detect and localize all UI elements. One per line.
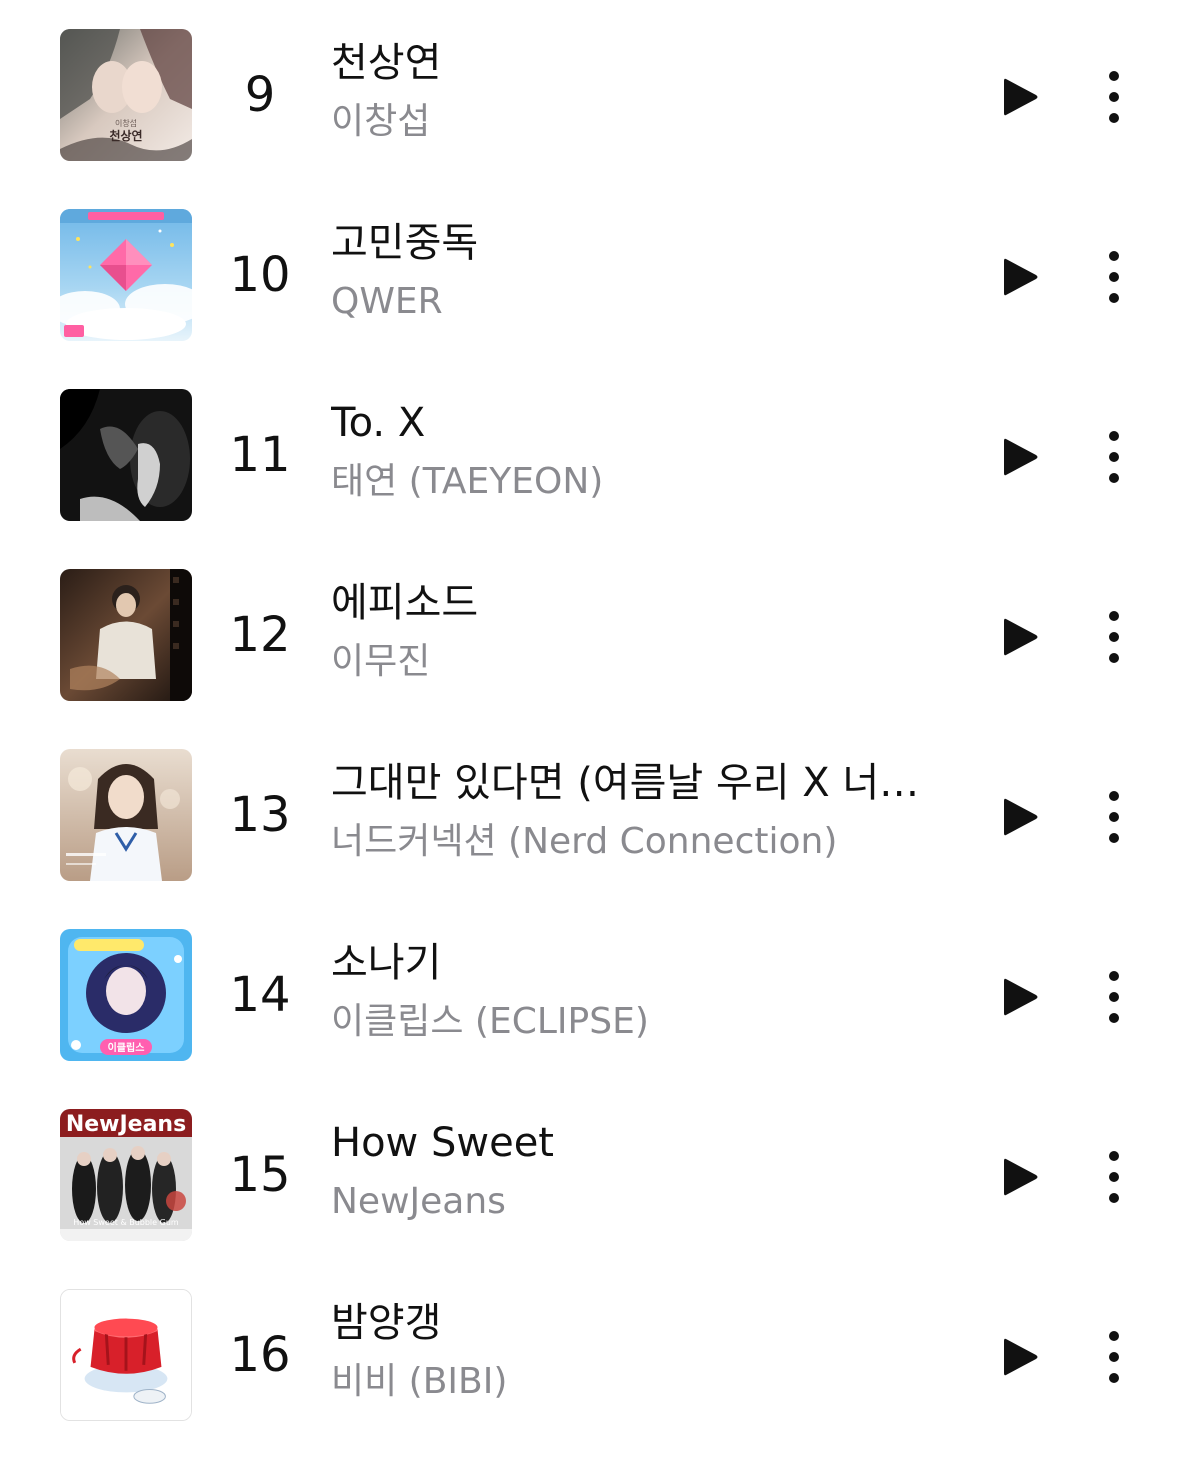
track-rank: 16 [229, 1327, 291, 1383]
play-button[interactable] [990, 247, 1050, 307]
track-title[interactable]: How Sweet [331, 1115, 951, 1171]
track-artist[interactable]: 이무진 [331, 637, 951, 687]
play-button[interactable] [990, 1327, 1050, 1387]
album-art-15[interactable]: NewJeans How Sweet & Bubble Gum [60, 1109, 192, 1241]
track-rank: 13 [229, 787, 291, 843]
more-vertical-icon [1109, 611, 1119, 663]
more-vertical-icon [1109, 71, 1119, 123]
more-options-button[interactable] [1090, 787, 1138, 847]
track-artist[interactable]: NewJeans [331, 1177, 951, 1227]
track-row[interactable]: 이창섭 천상연 9 천상연 이창섭 [0, 29, 1179, 209]
more-vertical-icon [1109, 251, 1119, 303]
track-artist[interactable]: 너드커넥션 (Nerd Connection) [331, 817, 951, 867]
track-row[interactable]: 이클립스 14 소나기 이클립스 (ECLIPSE) [0, 929, 1179, 1109]
more-options-button[interactable] [1090, 427, 1138, 487]
track-rank: 14 [229, 967, 291, 1023]
track-artist[interactable]: 이클립스 (ECLIPSE) [331, 997, 951, 1047]
track-row[interactable]: 13 그대만 있다면 (여름날 우리 X 너… 너드커넥션 (Nerd Conn… [0, 749, 1179, 929]
more-vertical-icon [1109, 791, 1119, 843]
track-artist[interactable]: QWER [331, 277, 951, 327]
track-row[interactable]: 11 To. X 태연 (TAEYEON) [0, 389, 1179, 569]
play-icon [1004, 78, 1038, 116]
track-title[interactable]: To. X [331, 395, 951, 451]
play-button[interactable] [990, 67, 1050, 127]
play-button[interactable] [990, 427, 1050, 487]
track-rank: 11 [229, 427, 291, 483]
more-vertical-icon [1109, 1331, 1119, 1383]
track-title[interactable]: 그대만 있다면 (여름날 우리 X 너… [331, 755, 951, 811]
track-artist[interactable]: 이창섭 [331, 97, 951, 147]
more-vertical-icon [1109, 1151, 1119, 1203]
track-rank: 9 [244, 67, 276, 123]
album-art-10[interactable] [60, 209, 192, 341]
play-button[interactable] [990, 967, 1050, 1027]
play-button[interactable] [990, 607, 1050, 667]
more-options-button[interactable] [1090, 247, 1138, 307]
play-icon [1004, 1158, 1038, 1196]
more-options-button[interactable] [1090, 607, 1138, 667]
track-row[interactable]: 16 밤양갱 비비 (BIBI) [0, 1289, 1179, 1469]
album-art-11[interactable] [60, 389, 192, 521]
track-row[interactable]: 10 고민중독 QWER [0, 209, 1179, 389]
play-icon [1004, 258, 1038, 296]
album-art-15-subtitle: How Sweet & Bubble Gum [73, 1218, 179, 1227]
track-rank: 10 [229, 247, 291, 303]
play-icon [1004, 1338, 1038, 1376]
album-art-9-big-text: 천상연 [109, 128, 142, 143]
album-art-9[interactable]: 이창섭 천상연 [60, 29, 192, 161]
track-title[interactable]: 밤양갱 [331, 1295, 951, 1351]
play-button[interactable] [990, 1147, 1050, 1207]
more-vertical-icon [1109, 971, 1119, 1023]
track-artist[interactable]: 태연 (TAEYEON) [331, 457, 951, 507]
track-title[interactable]: 소나기 [331, 935, 951, 991]
track-title[interactable]: 고민중독 [331, 215, 951, 271]
more-options-button[interactable] [1090, 1147, 1138, 1207]
play-icon [1004, 618, 1038, 656]
track-row[interactable]: 12 에피소드 이무진 [0, 569, 1179, 749]
album-art-13[interactable] [60, 749, 192, 881]
album-art-14[interactable]: 이클립스 [60, 929, 192, 1061]
more-options-button[interactable] [1090, 67, 1138, 127]
album-art-16[interactable] [60, 1289, 192, 1421]
play-icon [1004, 978, 1038, 1016]
track-rank: 15 [229, 1147, 291, 1203]
album-art-9-small-text: 이창섭 [115, 118, 137, 128]
play-icon [1004, 798, 1038, 836]
more-vertical-icon [1109, 431, 1119, 483]
play-icon [1004, 438, 1038, 476]
chart-track-list: 이창섭 천상연 9 천상연 이창섭 10 고민중독 QWER 11 To. X … [0, 0, 1179, 1460]
track-title[interactable]: 천상연 [331, 35, 951, 91]
track-title[interactable]: 에피소드 [331, 575, 951, 631]
track-rank: 12 [229, 607, 291, 663]
track-artist[interactable]: 비비 (BIBI) [331, 1357, 951, 1407]
play-button[interactable] [990, 787, 1050, 847]
more-options-button[interactable] [1090, 1327, 1138, 1387]
album-art-15-logo: NewJeans [66, 1112, 186, 1137]
more-options-button[interactable] [1090, 967, 1138, 1027]
track-row[interactable]: NewJeans How Sweet & Bubble Gum 15 How S… [0, 1109, 1179, 1289]
album-art-12[interactable] [60, 569, 192, 701]
album-art-14-tag-text: 이클립스 [108, 1041, 145, 1054]
